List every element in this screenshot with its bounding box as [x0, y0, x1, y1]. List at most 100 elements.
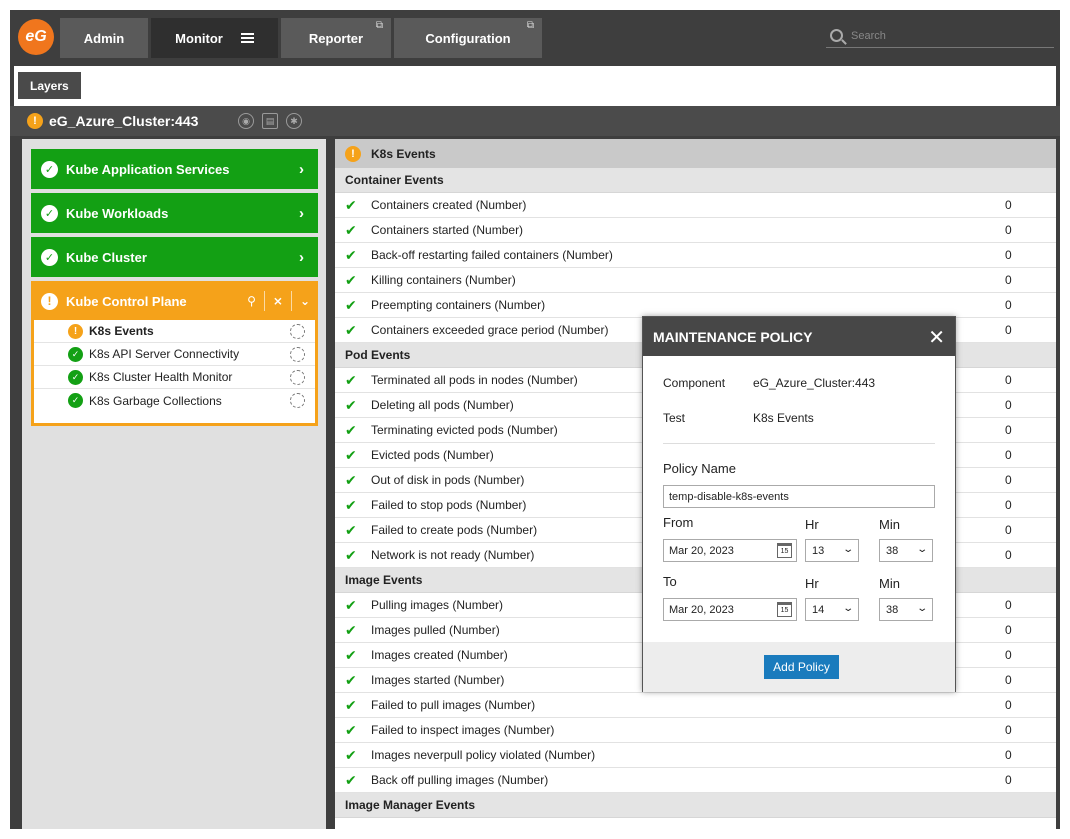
- calendar-icon[interactable]: 15: [777, 543, 792, 558]
- layer-kube-application-services[interactable]: ✓ Kube Application Services ›: [31, 149, 318, 189]
- maintenance-gear-icon[interactable]: [290, 369, 305, 385]
- measure-label: Failed to inspect images (Number): [371, 723, 555, 737]
- to-hour-select[interactable]: 14 ⌄: [805, 598, 859, 621]
- measures-title: K8s Events: [371, 146, 436, 161]
- table-row[interactable]: ✔ Images neverpull policy violated (Numbe…: [335, 743, 1056, 768]
- measure-label: Preempting containers (Number): [371, 298, 546, 312]
- table-row[interactable]: ✔ Containers started (Number) 0: [335, 218, 1056, 243]
- check-icon: ✔: [345, 596, 357, 613]
- search-input[interactable]: [851, 29, 1031, 42]
- check-icon: ✔: [345, 296, 357, 313]
- test-k8s-events[interactable]: ! K8s Events: [34, 320, 315, 343]
- maintenance-gear-icon[interactable]: [290, 323, 305, 339]
- hamburger-menu-icon[interactable]: [240, 31, 254, 45]
- table-row[interactable]: ✔ Back-off restarting failed containers (…: [335, 243, 1056, 268]
- table-row[interactable]: ✔ Killing containers (Number) 0: [335, 268, 1056, 293]
- chevron-down-icon: ⌄: [915, 603, 928, 614]
- measure-label: Failed to stop pods (Number): [371, 498, 527, 512]
- maintenance-gear-icon[interactable]: [290, 393, 305, 408]
- search-icon[interactable]: ⚲: [247, 294, 256, 308]
- from-date-input[interactable]: Mar 20, 2023 15: [663, 539, 797, 562]
- layer-tools: ⚲ ⨯ ⌄: [247, 281, 310, 321]
- measure-value: 0: [1005, 448, 1012, 462]
- test-info: Test K8s Events: [663, 411, 814, 425]
- check-icon: ✔: [345, 671, 357, 688]
- measure-value: 0: [1005, 523, 1012, 537]
- maintenance-gear-icon[interactable]: [290, 346, 305, 362]
- test-k8s-garbage-collections[interactable]: ✓ K8s Garbage Collections: [34, 389, 315, 412]
- top-nav: eG Admin Monitor Reporter ⧉ Configuratio…: [10, 10, 1060, 66]
- check-icon: ✔: [345, 371, 357, 388]
- monitor-dashboard-icon[interactable]: ▤: [262, 113, 278, 129]
- warning-icon: !: [345, 145, 361, 162]
- check-icon: ✔: [345, 771, 357, 788]
- nav-monitor[interactable]: Monitor: [151, 18, 278, 58]
- external-link-icon: ⧉: [526, 20, 534, 31]
- layers-bar: Layers: [14, 66, 1056, 106]
- collapse-icon[interactable]: ⨯: [273, 294, 283, 308]
- table-row[interactable]: ✔ Containers created (Number) 0: [335, 193, 1056, 218]
- layer-kube-cluster[interactable]: ✓ Kube Cluster ›: [31, 237, 318, 277]
- measure-value: 0: [1005, 198, 1012, 212]
- close-icon[interactable]: ✕: [928, 325, 945, 350]
- calendar-icon[interactable]: 15: [777, 602, 792, 617]
- layer-panel: ✓ Kube Application Services › ✓ Kube Wor…: [22, 139, 326, 829]
- measure-value: 0: [1005, 223, 1012, 237]
- policy-name-input[interactable]: temp-disable-k8s-events: [663, 485, 935, 508]
- nav-configuration[interactable]: Configuration ⧉: [394, 18, 542, 58]
- test-list: ! K8s Events ✓ K8s API Server Connectivi…: [31, 320, 318, 426]
- measure-label: Terminated all pods in nodes (Number): [371, 373, 578, 387]
- table-row[interactable]: ✔ Preempting containers (Number) 0: [335, 293, 1056, 318]
- measure-label: Containers created (Number): [371, 198, 527, 212]
- measure-value: 0: [1005, 723, 1012, 737]
- from-min-label: Min: [879, 517, 900, 532]
- to-label: To: [663, 574, 677, 589]
- from-minute-select[interactable]: 38 ⌄: [879, 539, 933, 562]
- table-row[interactable]: ✔ Failed to pull images (Number) 0: [335, 693, 1056, 718]
- from-minute-value: 38: [886, 544, 899, 557]
- from-hour-select[interactable]: 13 ⌄: [805, 539, 859, 562]
- nav-monitor-label: Monitor: [175, 30, 223, 46]
- group-header: Container Events: [335, 168, 1056, 193]
- check-circle-icon: ✓: [41, 204, 58, 222]
- nav-reporter[interactable]: Reporter ⧉: [281, 18, 391, 58]
- check-icon: ✔: [345, 196, 357, 213]
- check-icon: ✔: [345, 221, 357, 238]
- layer-kube-control-plane[interactable]: ! Kube Control Plane ⚲ ⨯ ⌄: [31, 281, 318, 321]
- layer-label: Kube Application Services: [66, 161, 230, 177]
- chevron-down-icon[interactable]: ⌄: [300, 294, 310, 308]
- check-icon: ✔: [345, 546, 357, 563]
- measure-label: Images neverpull policy violated (Number…: [371, 748, 596, 762]
- divider: [290, 291, 292, 311]
- nav-admin[interactable]: Admin: [60, 18, 148, 58]
- measure-label: Back off pulling images (Number): [371, 773, 549, 787]
- table-row[interactable]: ✔ Back off pulling images (Number) 0: [335, 768, 1056, 793]
- measure-label: Pulling images (Number): [371, 598, 504, 612]
- test-k8s-api-server-connectivity[interactable]: ✓ K8s API Server Connectivity: [34, 343, 315, 366]
- from-label: From: [663, 515, 694, 530]
- check-icon: ✔: [345, 246, 357, 263]
- component-value: eG_Azure_Cluster:443: [753, 376, 876, 390]
- measure-label: Failed to pull images (Number): [371, 698, 536, 712]
- measure-label: Network is not ready (Number): [371, 548, 535, 562]
- to-date-input[interactable]: Mar 20, 2023 15: [663, 598, 797, 621]
- measures-header: ! K8s Events: [335, 139, 1056, 168]
- layer-kube-workloads[interactable]: ✓ Kube Workloads ›: [31, 193, 318, 233]
- add-policy-button[interactable]: Add Policy: [764, 655, 839, 679]
- search-box: [826, 24, 1054, 48]
- component-name: eG_Azure_Cluster:443: [49, 113, 199, 129]
- to-hour-value: 14: [812, 603, 825, 616]
- from-date-value: Mar 20, 2023: [669, 544, 734, 557]
- settings-gear-icon[interactable]: ✱: [286, 113, 302, 129]
- group-header: Image Manager Events: [335, 793, 1056, 818]
- to-minute-select[interactable]: 38 ⌄: [879, 598, 933, 621]
- warning-icon: !: [68, 323, 83, 339]
- alarm-icon[interactable]: ◉: [238, 113, 254, 129]
- measure-label: Killing containers (Number): [371, 273, 516, 287]
- eg-logo[interactable]: eG: [18, 19, 54, 55]
- table-row[interactable]: ✔ Failed to inspect images (Number) 0: [335, 718, 1056, 743]
- layers-button[interactable]: Layers: [18, 72, 81, 99]
- test-value: K8s Events: [753, 411, 814, 425]
- test-k8s-cluster-health-monitor[interactable]: ✓ K8s Cluster Health Monitor: [34, 366, 315, 389]
- check-icon: ✔: [345, 446, 357, 463]
